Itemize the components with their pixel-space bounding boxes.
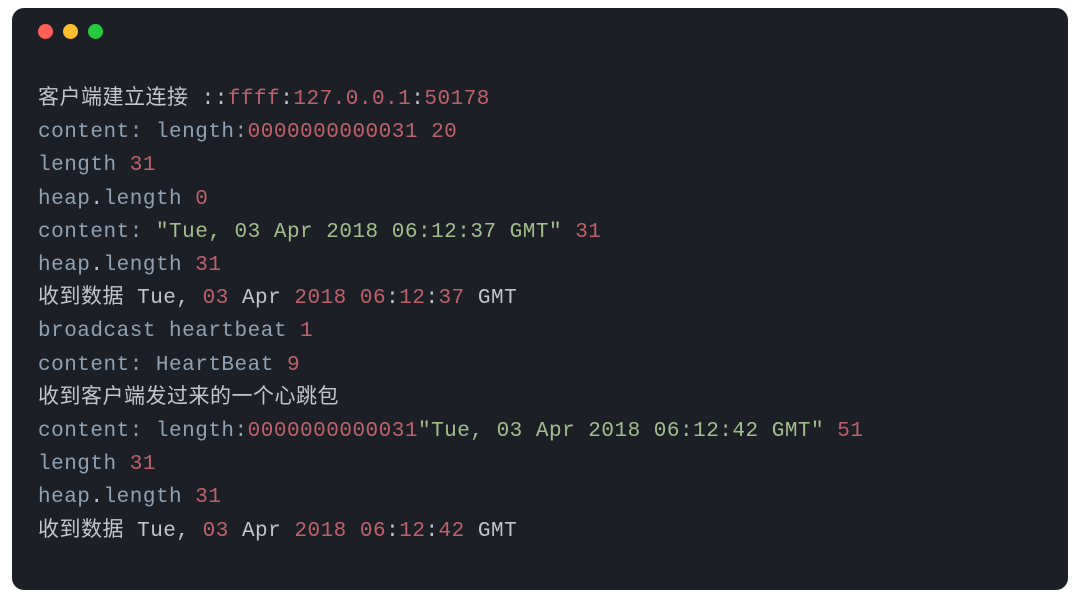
text: :: [280, 88, 293, 111]
text: Apr: [229, 287, 295, 310]
text: "Tue, 03 Apr 2018 06:12:42 GMT": [418, 420, 824, 443]
text: length: [104, 254, 196, 277]
text: 42: [439, 520, 465, 543]
text: content: HeartBeat: [38, 354, 287, 377]
text: 20: [431, 121, 457, 144]
text: 127.0.0.1: [293, 88, 411, 111]
text: 31: [130, 154, 156, 177]
text: 50178: [424, 88, 490, 111]
text: 9: [287, 354, 300, 377]
text: 37: [439, 287, 465, 310]
text: 收到客户端发过来的一个心跳包: [38, 387, 339, 410]
text: 客户端建立连接: [38, 88, 202, 111]
minimize-icon[interactable]: [63, 24, 78, 39]
text: heap: [38, 486, 90, 509]
text: length: [104, 188, 196, 211]
text: GMT: [465, 287, 517, 310]
text: 06: [360, 287, 386, 310]
terminal-output: 客户端建立连接 ::ffff:127.0.0.1:50178 content: …: [38, 83, 1042, 548]
zoom-icon[interactable]: [88, 24, 103, 39]
text: 收到数据 Tue,: [38, 520, 203, 543]
text: 12: [399, 287, 425, 310]
text: 1: [300, 320, 313, 343]
text: 0000000000031: [248, 121, 418, 144]
text: 收到数据 Tue,: [38, 287, 203, 310]
text: 31: [195, 254, 221, 277]
text: :: [425, 520, 438, 543]
text: .: [90, 188, 103, 211]
text: [347, 520, 360, 543]
text: 12: [399, 520, 425, 543]
text: .: [90, 254, 103, 277]
text: 0: [195, 188, 208, 211]
text: Apr: [229, 520, 295, 543]
text: length: [38, 453, 130, 476]
text: [418, 121, 431, 144]
text: 2018: [294, 287, 346, 310]
text: "Tue, 03 Apr 2018 06:12:37 GMT": [156, 221, 562, 244]
text: :: [425, 287, 438, 310]
text: [562, 221, 575, 244]
text: 03: [203, 520, 229, 543]
text: :: [411, 88, 424, 111]
text: 51: [837, 420, 863, 443]
text: [824, 420, 837, 443]
text: [347, 287, 360, 310]
text: broadcast heartbeat: [38, 320, 300, 343]
text: length: [38, 154, 130, 177]
terminal-window: 客户端建立连接 ::ffff:127.0.0.1:50178 content: …: [12, 8, 1068, 590]
text: .: [90, 486, 103, 509]
text: GMT: [465, 520, 517, 543]
text: 06: [360, 520, 386, 543]
text: :: [386, 520, 399, 543]
text: content: length:: [38, 121, 248, 144]
text: content:: [38, 221, 156, 244]
text: heap: [38, 254, 90, 277]
text: length: [104, 486, 196, 509]
text: 0000000000031: [248, 420, 418, 443]
text: ffff: [228, 88, 280, 111]
text: :: [386, 287, 399, 310]
window-controls: [38, 24, 1042, 39]
text: heap: [38, 188, 90, 211]
text: 2018: [294, 520, 346, 543]
text: 31: [575, 221, 601, 244]
text: 31: [130, 453, 156, 476]
text: content: length:: [38, 420, 248, 443]
close-icon[interactable]: [38, 24, 53, 39]
text: ::: [202, 88, 228, 111]
text: 03: [203, 287, 229, 310]
text: 31: [195, 486, 221, 509]
